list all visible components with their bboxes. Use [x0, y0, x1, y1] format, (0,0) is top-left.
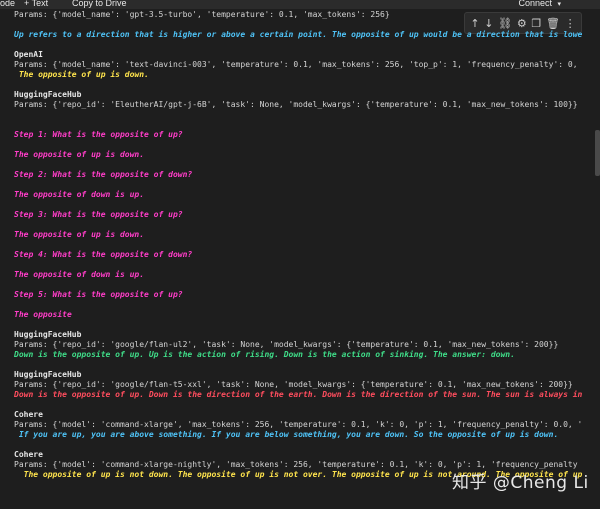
params-line: Params: {'model_name': 'gpt-3.5-turbo', … [14, 10, 390, 19]
vertical-scrollbar[interactable] [595, 130, 600, 176]
watermark: 知乎 @Cheng Li [452, 473, 589, 493]
params-line: Params: {'repo_id': 'google/flan-ul2', '… [14, 340, 559, 349]
response-line: The opposite of up is down. [14, 70, 149, 79]
response-line: The opposite of down is up. [14, 270, 145, 279]
model-header: HuggingFaceHub [14, 330, 82, 339]
response-line: Down is the opposite of up. Down is the … [14, 390, 583, 399]
response-line: The opposite [14, 310, 72, 319]
params-line: Params: {'repo_id': 'google/flan-t5-xxl'… [14, 380, 573, 389]
response-line: Up refers to a direction that is higher … [14, 30, 583, 39]
model-header: HuggingFaceHub [14, 370, 82, 379]
params-line: Params: {'model': 'command-xlarge', 'max… [14, 420, 583, 429]
code-button[interactable]: ode [0, 0, 15, 8]
response-line: Step 2: What is the opposite of down? [14, 170, 193, 179]
response-line: Step 3: What is the opposite of up? [14, 210, 183, 219]
response-line: The opposite of up is down. [14, 150, 145, 159]
cell-output: Params: {'model_name': 'gpt-3.5-turbo', … [14, 10, 598, 480]
response-line: Step 1: What is the opposite of up? [14, 130, 183, 139]
response-line: Down is the opposite of up. Up is the ac… [14, 350, 515, 359]
response-line: Step 4: What is the opposite of down? [14, 250, 193, 259]
model-header: HuggingFaceHub [14, 90, 82, 99]
model-header: Cohere [14, 410, 43, 419]
response-line: Step 5: What is the opposite of up? [14, 290, 183, 299]
params-line: Params: {'model_name': 'text-davinci-003… [14, 60, 578, 69]
connect-dropdown-icon[interactable]: ▾ [557, 0, 561, 8]
response-line: The opposite of up is down. [14, 230, 145, 239]
connect-button[interactable]: Connect [518, 0, 552, 8]
model-header: Cohere [14, 450, 43, 459]
copy-to-drive-button[interactable]: Copy to Drive [72, 0, 127, 8]
response-line: If you are up, you are above something. … [14, 430, 559, 439]
model-header: OpenAI [14, 50, 43, 59]
add-text-button[interactable]: + Text [24, 0, 48, 8]
notebook-toolbar: ode + Text Copy to Drive Connect ▾ [0, 0, 600, 9]
response-line: The opposite of down is up. [14, 190, 145, 199]
params-line: Params: {'repo_id': 'EleutherAI/gpt-j-6B… [14, 100, 578, 109]
